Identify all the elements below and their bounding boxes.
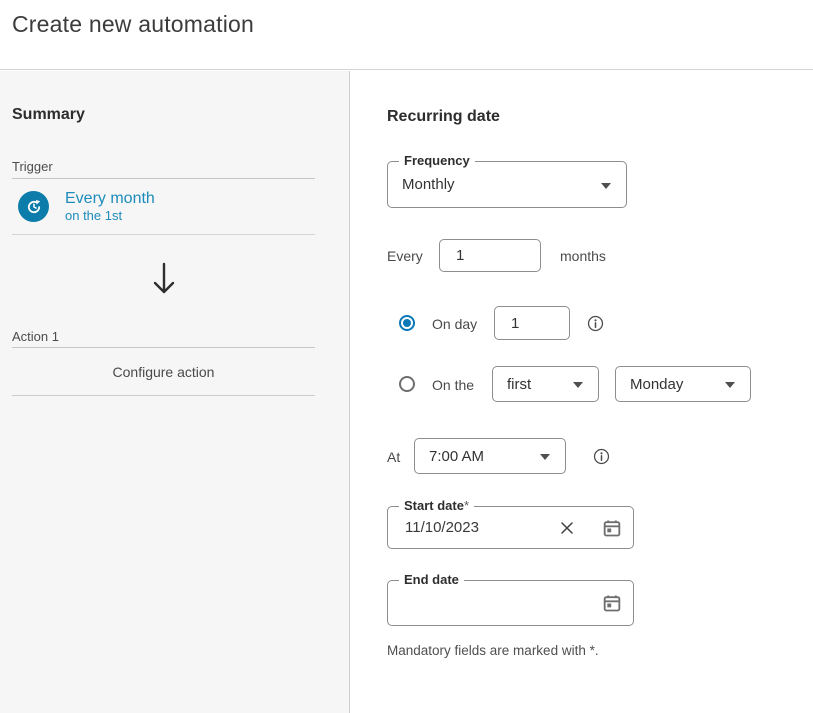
weekday-value: Monday [630, 367, 720, 401]
ordinal-value: first [507, 367, 568, 401]
interval-prefix-label: Every [387, 248, 423, 264]
summary-title: Summary [12, 106, 85, 124]
time-label: At [387, 449, 400, 465]
recurrence-icon [18, 191, 49, 222]
ordinal-select[interactable]: first [492, 366, 599, 402]
on-day-input[interactable] [494, 306, 570, 340]
frequency-value: Monthly [402, 162, 596, 207]
recurring-date-panel: Recurring date Frequency Monthly Every m… [351, 71, 813, 713]
trigger-summary-item[interactable]: Every month on the 1st [12, 189, 315, 225]
action-section-label: Action 1 [12, 329, 315, 344]
on-day-radio[interactable] [399, 315, 415, 331]
chevron-down-icon [540, 454, 550, 460]
trigger-section-label: Trigger [12, 159, 315, 174]
chevron-down-icon [573, 382, 583, 388]
flow-down-arrow-icon [0, 261, 327, 297]
summary-panel: Summary Trigger Every month on the 1st A [0, 71, 350, 713]
mandatory-fields-note: Mandatory fields are marked with *. [387, 643, 599, 658]
calendar-icon[interactable] [602, 593, 622, 613]
calendar-icon[interactable] [602, 518, 622, 538]
info-icon[interactable] [587, 315, 604, 332]
trigger-subtitle: on the 1st [65, 208, 155, 224]
on-day-label: On day [432, 316, 477, 332]
chevron-down-icon [601, 183, 611, 189]
dialog-header: Create new automation [0, 0, 813, 70]
interval-input[interactable] [439, 239, 541, 272]
end-date-label: End date [399, 573, 464, 587]
interval-suffix-label: months [560, 248, 606, 264]
clear-icon[interactable] [559, 520, 575, 536]
page-title: Create new automation [12, 11, 254, 38]
time-select[interactable]: 7:00 AM [414, 438, 566, 474]
chevron-down-icon [725, 382, 735, 388]
on-the-radio[interactable] [399, 376, 415, 392]
divider [12, 234, 315, 235]
divider [12, 178, 315, 179]
divider [12, 347, 315, 348]
weekday-select[interactable]: Monday [615, 366, 751, 402]
end-date-field[interactable]: End date [387, 580, 634, 626]
time-value: 7:00 AM [429, 439, 535, 473]
divider [12, 395, 315, 396]
frequency-select[interactable]: Frequency Monthly [387, 161, 627, 208]
on-the-label: On the [432, 377, 474, 393]
trigger-title: Every month [65, 189, 155, 208]
start-date-value: 11/10/2023 [405, 507, 479, 548]
form-title: Recurring date [387, 108, 500, 126]
configure-action-button[interactable]: Configure action [0, 364, 327, 380]
info-icon[interactable] [593, 448, 610, 465]
start-date-field[interactable]: Start date* 11/10/2023 [387, 506, 634, 549]
